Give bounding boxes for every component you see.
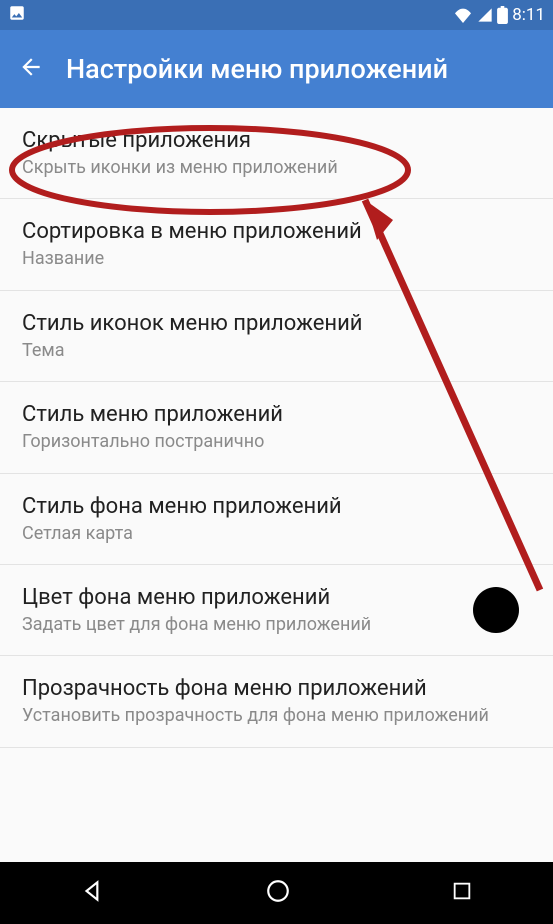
item-menu-style[interactable]: Стиль меню приложений Горизонтально пост… [0, 382, 553, 473]
item-sub: Тема [22, 339, 531, 362]
item-icon-style[interactable]: Стиль иконок меню приложений Тема [0, 291, 553, 382]
item-hidden-apps[interactable]: Скрытые приложения Скрыть иконки из меню… [0, 108, 553, 199]
item-title: Скрытые приложения [22, 128, 531, 153]
nav-back-icon[interactable] [80, 878, 106, 908]
item-title: Сортировка в меню приложений [22, 219, 531, 244]
app-bar: Настройки меню приложений [0, 30, 553, 108]
battery-icon [497, 6, 508, 24]
signal-icon [477, 7, 493, 23]
item-sub: Установить прозрачность для фона меню пр… [22, 704, 531, 727]
item-title: Прозрачность фона меню приложений [22, 676, 531, 701]
nav-home-icon[interactable] [265, 878, 291, 908]
item-bg-color[interactable]: Цвет фона меню приложений Задать цвет дл… [0, 565, 553, 656]
item-bg-style[interactable]: Стиль фона меню приложений Сетлая карта [0, 474, 553, 565]
image-icon [8, 4, 26, 27]
settings-list: Скрытые приложения Скрыть иконки из меню… [0, 108, 553, 748]
status-bar: 8:11 [0, 0, 553, 30]
item-sub: Горизонтально постранично [22, 430, 531, 453]
item-title: Цвет фона меню приложений [22, 585, 531, 610]
item-title: Стиль иконок меню приложений [22, 311, 531, 336]
item-sub: Скрыть иконки из меню приложений [22, 156, 531, 179]
back-icon[interactable] [18, 54, 44, 84]
item-title: Стиль фона меню приложений [22, 494, 531, 519]
page-title: Настройки меню приложений [66, 53, 448, 85]
item-sub: Сетлая карта [22, 522, 531, 545]
item-bg-transparency[interactable]: Прозрачность фона меню приложений Устано… [0, 656, 553, 747]
nav-bar [0, 862, 553, 924]
nav-recents-icon[interactable] [451, 880, 473, 906]
status-time: 8:11 [512, 5, 545, 25]
item-title: Стиль меню приложений [22, 402, 531, 427]
item-sub: Название [22, 247, 531, 270]
color-swatch[interactable] [473, 587, 519, 633]
wifi-icon [453, 7, 473, 23]
item-sub: Задать цвет для фона меню приложений [22, 613, 531, 636]
item-sort[interactable]: Сортировка в меню приложений Название [0, 199, 553, 290]
